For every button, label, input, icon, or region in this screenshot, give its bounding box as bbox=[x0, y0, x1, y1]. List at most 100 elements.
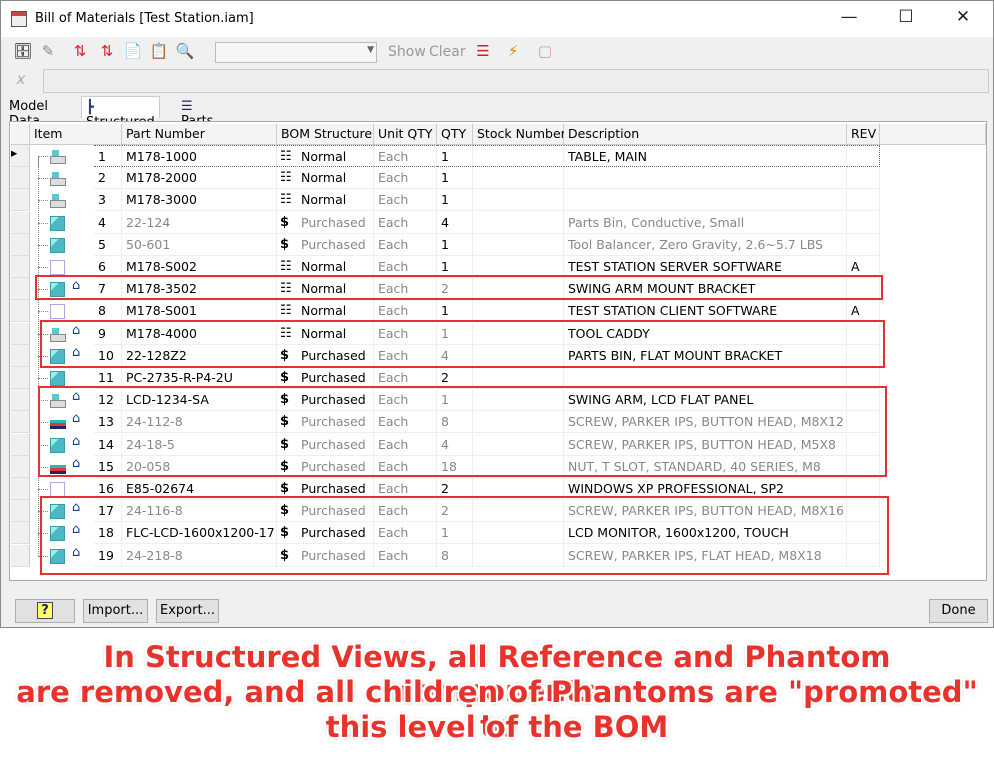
row-header[interactable] bbox=[11, 478, 30, 500]
tab-model-data[interactable]: Model Data bbox=[5, 96, 52, 129]
cell-item[interactable]: 3 bbox=[94, 189, 122, 212]
column-header-description[interactable]: Description bbox=[564, 124, 847, 145]
clear-button[interactable]: Clear bbox=[429, 44, 466, 60]
row-header[interactable] bbox=[11, 189, 30, 212]
export-button[interactable]: Export... bbox=[156, 599, 219, 623]
cell-stock-number[interactable] bbox=[473, 145, 564, 167]
cell-unit-qty[interactable]: Each bbox=[374, 233, 437, 256]
sort-alpha-icon[interactable]: ⇅ bbox=[70, 41, 90, 61]
row-header[interactable] bbox=[11, 278, 30, 301]
cell-stock-number[interactable] bbox=[473, 211, 564, 234]
column-header-stock-number[interactable]: Stock Number bbox=[473, 124, 566, 145]
row-header[interactable] bbox=[11, 411, 30, 434]
cell-rev[interactable] bbox=[847, 233, 880, 256]
add-custom-item-icon[interactable]: 📋 bbox=[149, 41, 169, 61]
row-header[interactable] bbox=[11, 211, 30, 234]
part-number-merge-icon[interactable]: ✎ bbox=[38, 41, 58, 61]
tab-structured[interactable]: ┣ Structured bbox=[81, 96, 160, 130]
row-header[interactable] bbox=[11, 322, 30, 345]
show-button[interactable]: Show bbox=[388, 44, 426, 60]
cell-rev[interactable] bbox=[847, 167, 880, 190]
highlight-box-promoted bbox=[35, 275, 883, 300]
row-header[interactable] bbox=[11, 300, 30, 323]
row-header[interactable] bbox=[11, 233, 30, 256]
cell-part-number[interactable]: M178-2000 bbox=[122, 167, 277, 190]
cell-part-number[interactable]: M178-1000 bbox=[122, 145, 277, 167]
virtual-component-icon bbox=[50, 303, 66, 320]
cell-rev[interactable] bbox=[847, 189, 880, 212]
cell-rev[interactable] bbox=[847, 211, 880, 234]
row-header[interactable] bbox=[11, 344, 30, 367]
close-button[interactable]: ✕ bbox=[948, 7, 978, 31]
cell-stock-number[interactable] bbox=[473, 233, 564, 256]
cell-item[interactable]: 1 bbox=[94, 145, 122, 167]
row-header[interactable] bbox=[11, 167, 30, 190]
cell-unit-qty[interactable]: Each bbox=[374, 189, 437, 212]
formula-bar[interactable] bbox=[43, 69, 989, 93]
purchased-structure-icon: $ bbox=[280, 481, 290, 496]
choose-columns-icon[interactable]: ☰ bbox=[473, 41, 493, 61]
sort-numeric-icon[interactable]: ⇅ bbox=[97, 41, 117, 61]
cell-unit-qty[interactable]: Each bbox=[374, 167, 437, 190]
add-virtual-component-icon[interactable]: ▢ bbox=[535, 41, 555, 61]
tree-connector bbox=[38, 156, 48, 157]
cell-bom-structure[interactable]: $ Purchased bbox=[277, 211, 374, 234]
row-header[interactable] bbox=[11, 500, 30, 523]
formula-icon[interactable]: x bbox=[11, 69, 31, 89]
view-combo[interactable]: ▼ bbox=[215, 42, 377, 63]
cell-bom-structure[interactable]: ☷ Normal bbox=[277, 167, 374, 190]
tab-parts-only[interactable]: ☰ Parts Only bbox=[177, 96, 217, 144]
update-mass-icon[interactable]: ⚡ bbox=[503, 41, 523, 61]
column-header-bom-structure[interactable]: BOM Structure bbox=[277, 124, 374, 145]
maximize-button[interactable]: ☐ bbox=[891, 7, 921, 31]
cell-stock-number[interactable] bbox=[473, 189, 564, 212]
cell-unit-qty[interactable]: Each bbox=[374, 145, 437, 167]
minimize-button[interactable]: — bbox=[834, 7, 864, 31]
cell-qty[interactable]: 4 bbox=[437, 211, 473, 234]
help-button[interactable]: ? bbox=[15, 599, 75, 623]
export-bom-icon[interactable]: 🗄 bbox=[13, 41, 33, 61]
cell-part-number[interactable]: M178-3000 bbox=[122, 189, 277, 212]
bom-structure-value: Purchased bbox=[301, 481, 366, 496]
row-header[interactable] bbox=[11, 544, 30, 567]
row-header[interactable]: ▸ bbox=[11, 145, 30, 167]
column-header-rev[interactable]: REV bbox=[847, 124, 880, 145]
column-header-part-number[interactable]: Part Number bbox=[122, 124, 277, 145]
row-header[interactable] bbox=[11, 433, 30, 456]
cell-description[interactable]: TABLE, MAIN bbox=[564, 145, 847, 167]
column-header-unit-qty[interactable]: Unit QTY bbox=[374, 124, 437, 145]
cell-qty[interactable]: 1 bbox=[437, 233, 473, 256]
normal-structure-icon: ☷ bbox=[280, 170, 292, 186]
cell-qty[interactable]: 1 bbox=[437, 145, 473, 167]
row-header[interactable] bbox=[11, 389, 30, 412]
find-icon[interactable]: 🔍 bbox=[175, 41, 195, 61]
cell-description[interactable] bbox=[564, 167, 847, 190]
cell-unit-qty[interactable]: Each bbox=[374, 211, 437, 234]
cell-item[interactable]: 5 bbox=[94, 233, 122, 256]
column-header-qty[interactable]: QTY bbox=[437, 124, 473, 145]
cell-bom-structure[interactable]: $ Purchased bbox=[277, 233, 374, 256]
cell-qty[interactable]: 1 bbox=[437, 167, 473, 190]
row-header[interactable] bbox=[11, 455, 30, 478]
column-header-item[interactable]: Item bbox=[30, 124, 122, 145]
renumber-items-icon[interactable]: 📄 bbox=[123, 41, 143, 61]
cell-description[interactable] bbox=[564, 189, 847, 212]
cell-bom-structure[interactable]: ☷ Normal bbox=[277, 145, 374, 167]
cell-item[interactable]: 4 bbox=[94, 211, 122, 234]
cell-qty[interactable]: 1 bbox=[437, 189, 473, 212]
row-header[interactable] bbox=[11, 522, 30, 545]
cell-rev[interactable] bbox=[847, 145, 880, 167]
import-button[interactable]: Import... bbox=[83, 599, 148, 623]
bom-structure-value: Purchased bbox=[301, 236, 366, 252]
cell-bom-structure[interactable]: ☷ Normal bbox=[277, 189, 374, 212]
cell-item[interactable]: 2 bbox=[94, 167, 122, 190]
cell-description[interactable]: Tool Balancer, Zero Gravity, 2.6~5.7 LBS bbox=[564, 233, 847, 256]
cell-description[interactable]: Parts Bin, Conductive, Small bbox=[564, 211, 847, 234]
cell-part-number[interactable]: 22-124 bbox=[122, 211, 277, 234]
row-header[interactable] bbox=[11, 256, 30, 278]
bom-structure-value: Purchased bbox=[301, 370, 366, 385]
cell-part-number[interactable]: 50-601 bbox=[122, 233, 277, 256]
row-header[interactable] bbox=[11, 367, 30, 389]
cell-stock-number[interactable] bbox=[473, 167, 564, 190]
done-button[interactable]: Done bbox=[929, 599, 988, 623]
